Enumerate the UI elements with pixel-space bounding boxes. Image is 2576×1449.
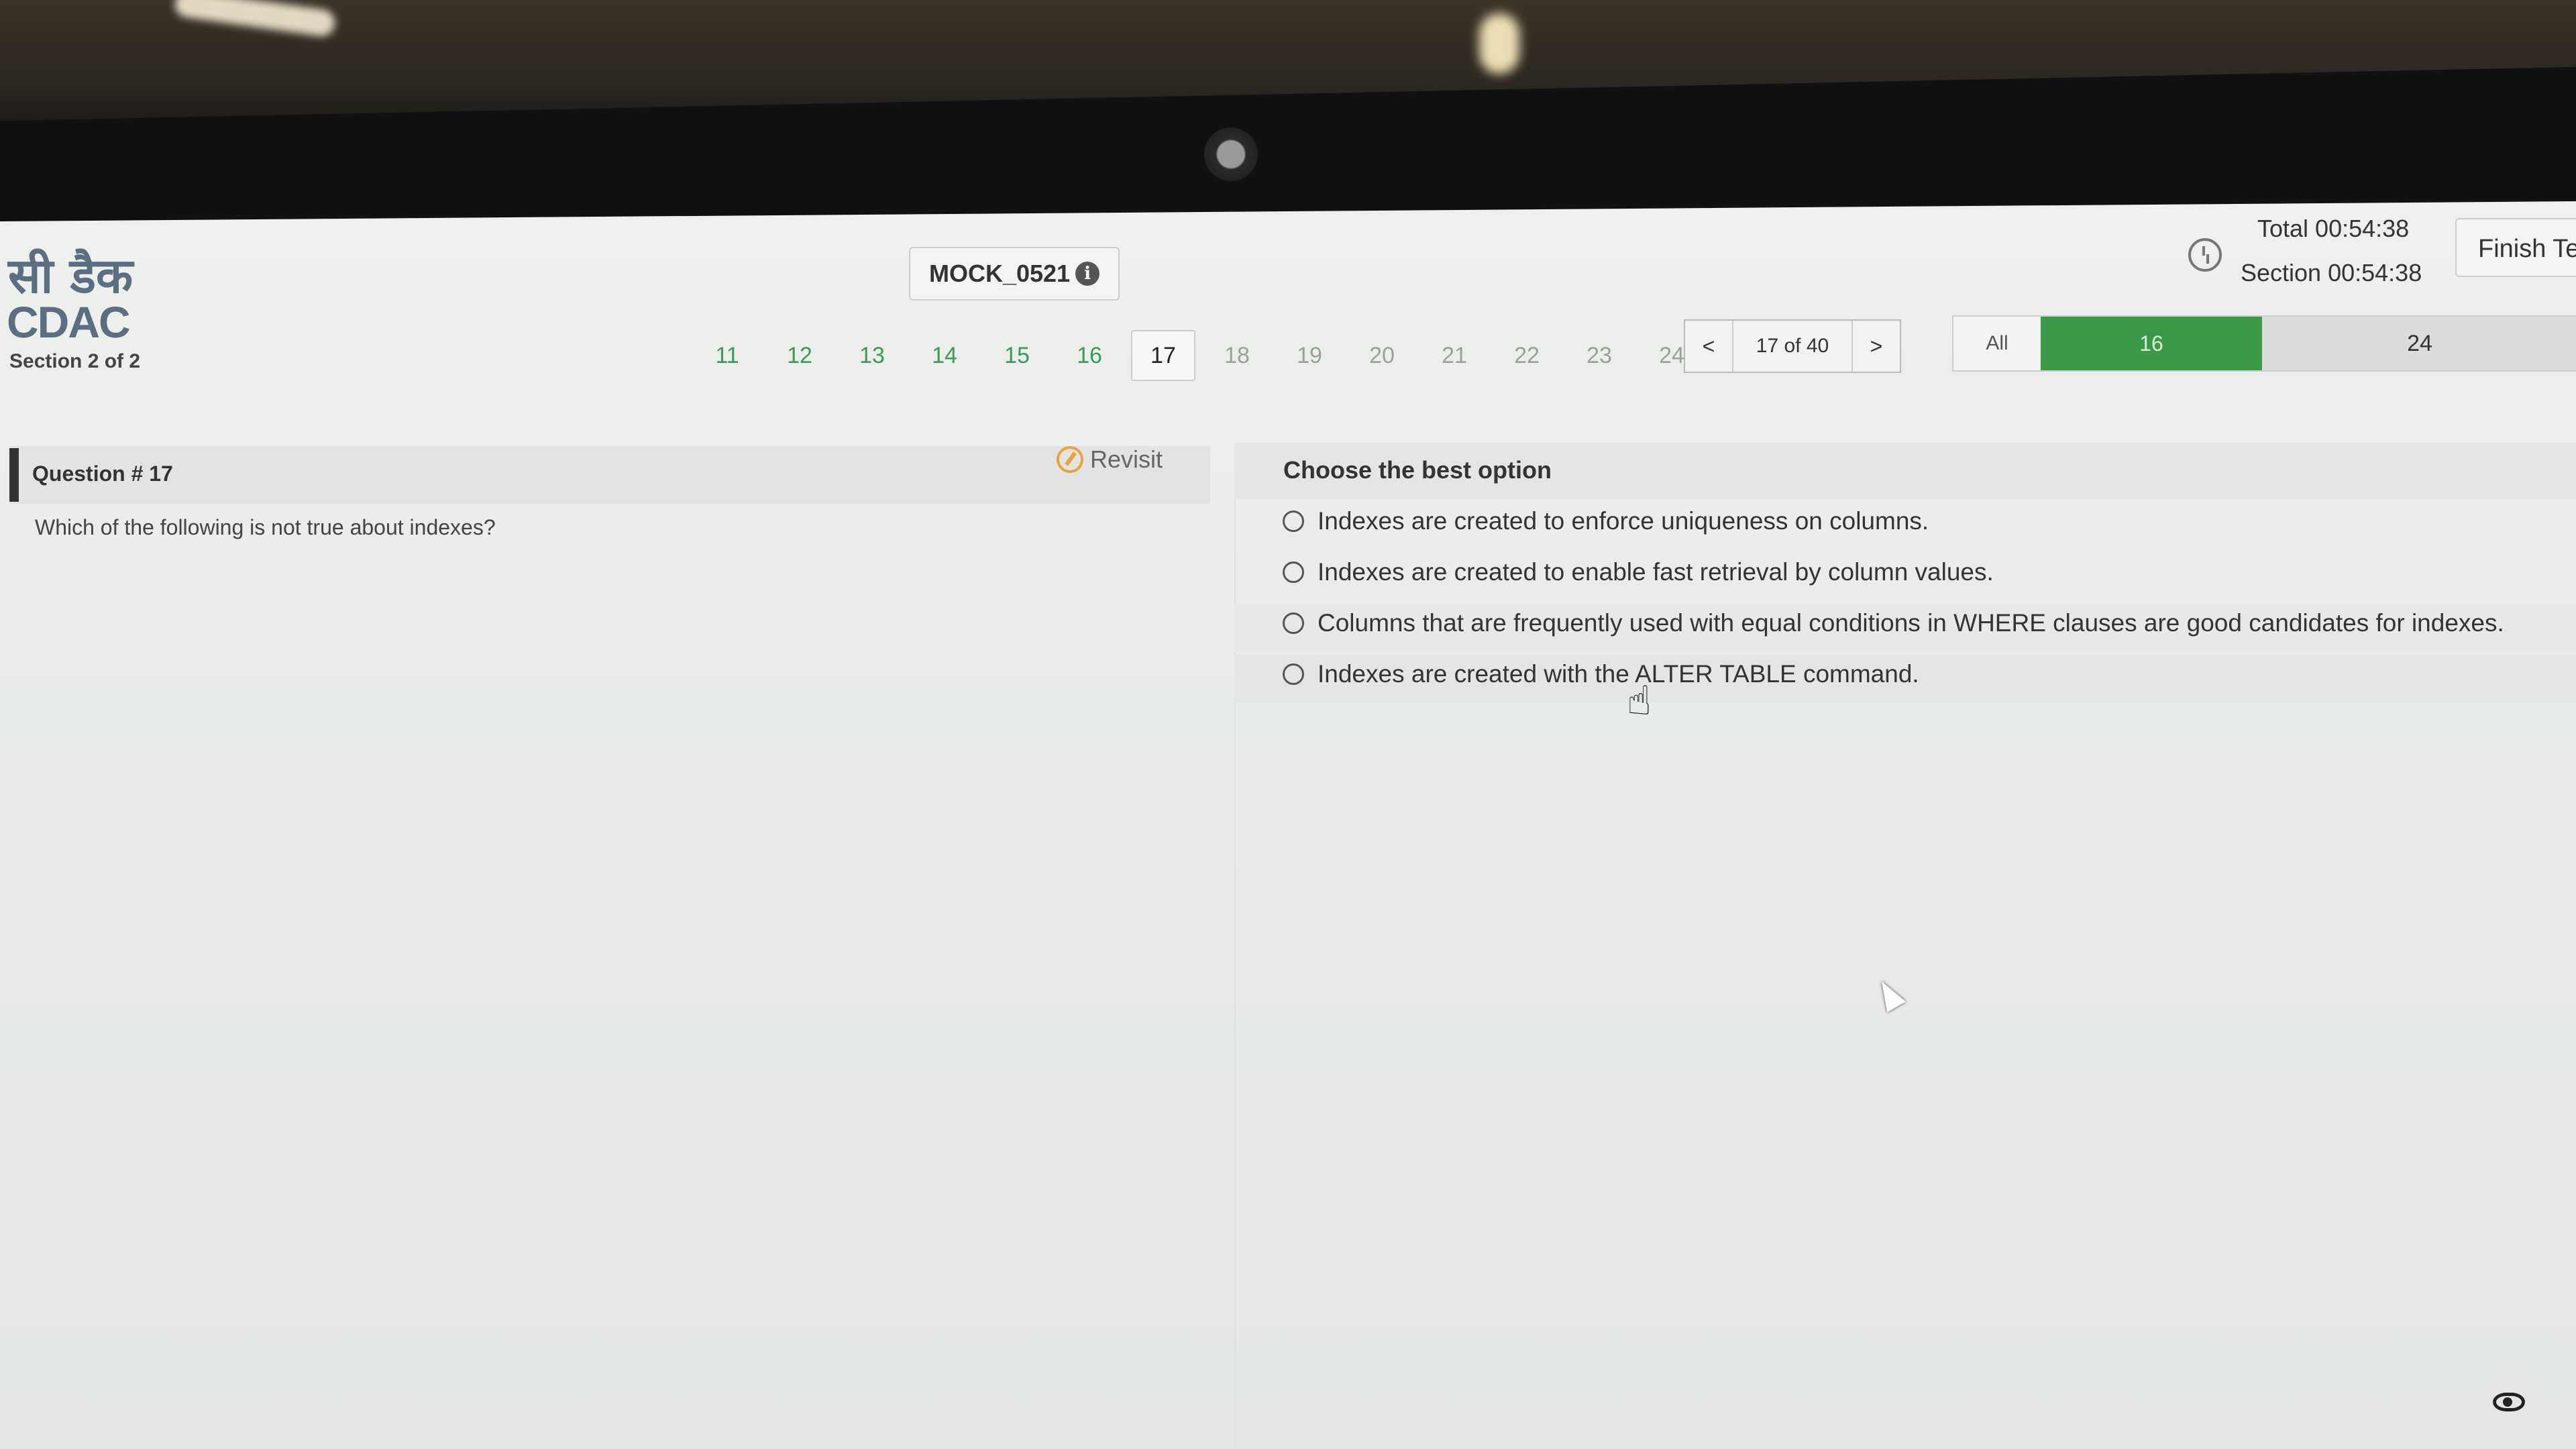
option-1[interactable]: Indexes are created to enforce uniquenes… [1283, 507, 1929, 535]
question-text: Which of the following is not true about… [35, 515, 496, 539]
question-position: 17 of 40 [1732, 321, 1853, 372]
test-name-box: MOCK_0521 i [909, 247, 1120, 301]
question-number-21[interactable]: 21 [1418, 343, 1491, 369]
logo-cdac: CDAC [7, 297, 131, 347]
arrow-cursor-icon [1872, 975, 1906, 1013]
question-pager: < 17 of 40 > [1684, 319, 1901, 373]
webcam [1204, 127, 1258, 181]
ceiling-light [173, 0, 337, 38]
question-number-16[interactable]: 16 [1053, 343, 1126, 369]
filter-answered-button[interactable]: 16 [2041, 317, 2262, 370]
panel-divider [1234, 443, 1236, 1449]
question-number-13[interactable]: 13 [836, 343, 908, 369]
question-number-12[interactable]: 12 [763, 343, 836, 369]
section-indicator: Section 2 of 2 [9, 350, 141, 372]
question-accent-bar [9, 448, 19, 502]
option-2-label: Indexes are created to enable fast retri… [1318, 558, 1994, 586]
question-number-22[interactable]: 22 [1491, 343, 1563, 369]
test-name: MOCK_0521 [928, 260, 1071, 287]
option-3-radio[interactable] [1283, 612, 1304, 634]
question-header-bar [9, 446, 1210, 504]
prev-question-button[interactable]: < [1685, 334, 1732, 359]
eye-toggle-button[interactable] [2475, 1368, 2542, 1436]
question-number-14[interactable]: 14 [908, 343, 981, 369]
filter-all-button[interactable]: All [1953, 317, 2041, 370]
question-number-20[interactable]: 20 [1346, 343, 1418, 369]
question-number-23[interactable]: 23 [1563, 343, 1635, 369]
revisit-icon [1057, 446, 1083, 473]
option-4-radio[interactable] [1283, 663, 1304, 685]
option-2-radio[interactable] [1283, 561, 1304, 583]
exam-screen: सी डैक CDAC Section 2 of 2 MOCK_0521 i 1… [0, 201, 2576, 1449]
option-4-label: Indexes are created with the ALTER TABLE… [1318, 660, 1919, 688]
question-title: Question # 17 [32, 462, 173, 486]
revisit-label: Revisit [1090, 445, 1163, 473]
revisit-button[interactable]: Revisit [1057, 445, 1163, 474]
option-4[interactable]: Indexes are created with the ALTER TABLE… [1283, 660, 1919, 688]
room-light-glow [1479, 13, 1519, 74]
question-number-strip: 11 12 13 14 15 16 17 18 19 20 21 22 23 24 [691, 329, 1708, 382]
finish-test-button[interactable]: Finish Te [2455, 218, 2576, 277]
question-number-17[interactable]: 17 [1131, 330, 1195, 381]
question-number-19[interactable]: 19 [1273, 343, 1346, 369]
clock-icon [2188, 238, 2222, 272]
option-3[interactable]: Columns that are frequently used with eq… [1283, 609, 2504, 637]
section-timer: Section 00:54:38 [2241, 259, 2422, 286]
option-3-label: Columns that are frequently used with eq… [1318, 609, 2504, 637]
question-number-18[interactable]: 18 [1201, 343, 1273, 369]
filter-remaining-button[interactable]: 24 [2262, 317, 2576, 370]
eye-icon [2493, 1393, 2525, 1411]
question-number-15[interactable]: 15 [981, 343, 1053, 369]
option-2[interactable]: Indexes are created to enable fast retri… [1283, 558, 1994, 586]
hand-cursor-icon: ☝ [1627, 678, 1652, 724]
next-question-button[interactable]: > [1853, 334, 1900, 359]
question-filter-bar: All 16 24 [1952, 315, 2576, 372]
question-number-11[interactable]: 11 [691, 343, 763, 369]
option-1-label: Indexes are created to enforce uniquenes… [1318, 507, 1929, 535]
total-timer: Total 00:54:38 [2257, 215, 2410, 242]
options-heading: Choose the best option [1283, 456, 1552, 484]
info-icon[interactable]: i [1075, 262, 1100, 286]
option-1-radio[interactable] [1283, 511, 1304, 532]
